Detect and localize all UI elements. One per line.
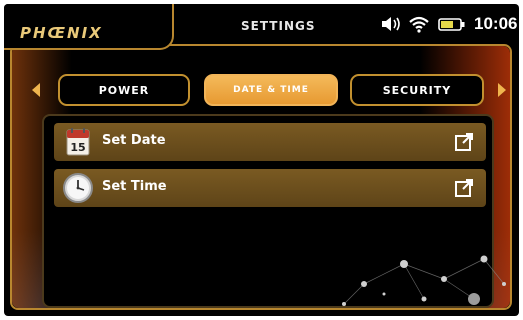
tab-date-time-label: DATE & TIME [233, 85, 309, 95]
set-time-label: Set Time [102, 179, 167, 194]
clock-time: 10:06 [474, 14, 518, 33]
page-title: SETTINGS [241, 19, 316, 33]
volume-icon[interactable] [380, 14, 404, 34]
brand-logo: PHŒNIX [20, 24, 103, 42]
set-date-label: Set Date [102, 133, 166, 148]
clock-icon [62, 172, 94, 204]
wifi-icon[interactable] [408, 14, 430, 34]
tab-date-time[interactable]: DATE & TIME [204, 74, 338, 106]
tab-power[interactable]: POWER [58, 74, 190, 106]
particle-decoration [342, 255, 506, 306]
tab-scroll-left-icon[interactable] [30, 82, 42, 98]
set-time-item[interactable]: Set Time [54, 169, 486, 207]
tab-scroll-right-icon[interactable] [496, 82, 508, 98]
logo-tab: PHŒNIX [4, 4, 174, 50]
tab-power-label: POWER [98, 83, 150, 97]
open-external-icon[interactable] [454, 178, 474, 198]
tab-security-label: SECURITY [382, 83, 452, 97]
tab-security[interactable]: SECURITY [350, 74, 484, 106]
calendar-icon: 15 [62, 126, 94, 158]
device-screen: PHŒNIX SETTINGS 10:06 POWER DATE & TIME … [4, 4, 519, 316]
set-date-item[interactable]: 15 Set Date [54, 123, 486, 161]
open-external-icon[interactable] [454, 132, 474, 152]
battery-icon[interactable] [438, 14, 466, 34]
calendar-day: 15 [70, 141, 85, 154]
